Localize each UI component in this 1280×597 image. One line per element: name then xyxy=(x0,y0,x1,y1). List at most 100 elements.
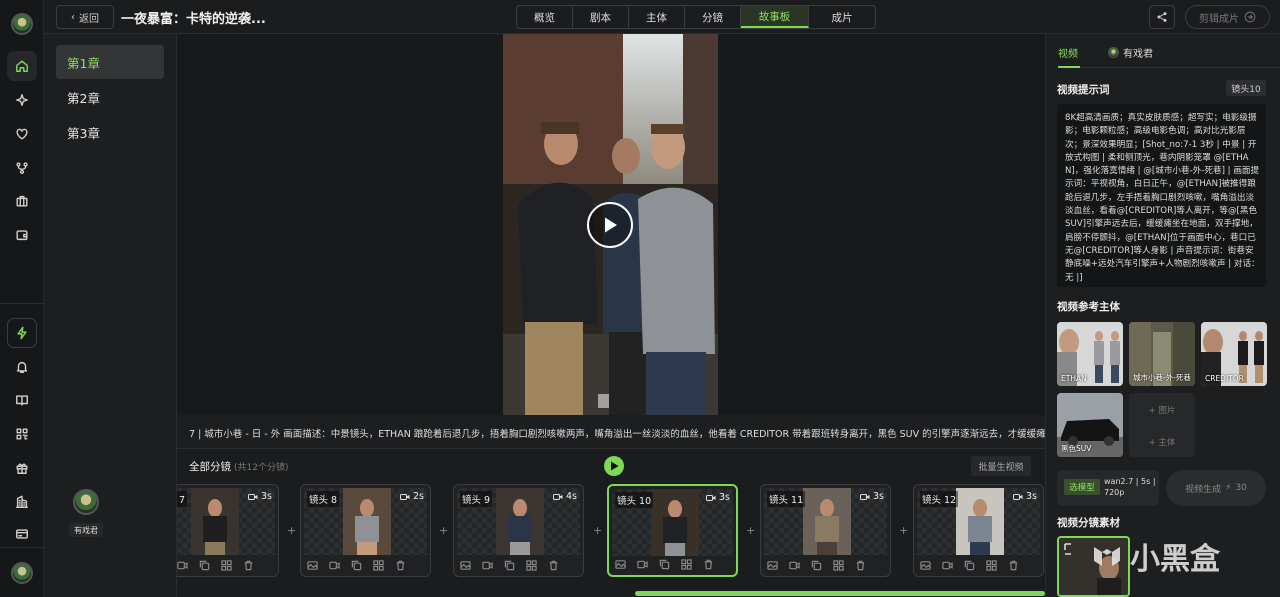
shot-thumbnail xyxy=(496,488,544,555)
copy-icon[interactable] xyxy=(199,560,210,571)
assistant-avatar xyxy=(1108,47,1119,58)
insert-shot-button[interactable]: + xyxy=(439,524,448,537)
insert-shot-button[interactable]: + xyxy=(593,524,602,537)
export-button[interactable]: 剪辑成片 xyxy=(1185,5,1270,29)
trash-icon[interactable] xyxy=(855,560,866,571)
user-avatar[interactable] xyxy=(73,489,99,515)
rail-divider xyxy=(0,303,44,304)
home-icon[interactable] xyxy=(7,51,37,81)
tab-storyboard[interactable]: 故事板 xyxy=(741,6,809,28)
tab-overview[interactable]: 概览 xyxy=(517,6,573,28)
qr-code-icon[interactable] xyxy=(7,419,37,449)
share-icon xyxy=(1157,12,1167,22)
grid-icon[interactable] xyxy=(373,560,384,571)
ref-creditor[interactable]: CREDITOR xyxy=(1201,322,1267,386)
shot-toolbar xyxy=(920,560,1019,571)
shot-toolbar xyxy=(177,560,254,571)
copy-icon[interactable] xyxy=(964,560,975,571)
project-title: 一夜暴富：卡特的逆袭... xyxy=(121,12,266,27)
grid-icon[interactable] xyxy=(833,560,844,571)
trash-icon[interactable] xyxy=(395,560,406,571)
reference-title: 视频参考主体 xyxy=(1057,301,1120,313)
copy-icon[interactable] xyxy=(504,560,515,571)
video-prompt-text[interactable]: 8K超高清画质；真实皮肤质感；超写实；电影级摄影；电影颗粒感；高级电影色调；高对… xyxy=(1057,104,1266,287)
tab-final[interactable]: 成片 xyxy=(809,6,875,28)
tab-shots[interactable]: 分镜 xyxy=(685,6,741,28)
tab-video[interactable]: 视频 xyxy=(1058,45,1078,60)
shot-card[interactable]: 镜头 12 3s xyxy=(913,484,1044,577)
shot-thumbnail xyxy=(956,488,1004,555)
trash-icon[interactable] xyxy=(1008,560,1019,571)
insert-shot-button[interactable]: + xyxy=(287,524,296,537)
shot-card[interactable]: 镜头 11 3s xyxy=(760,484,891,577)
image-icon[interactable] xyxy=(920,560,931,571)
shot-card[interactable]: 镜头 8 2s xyxy=(300,484,431,577)
share-button[interactable] xyxy=(1149,5,1175,29)
chapter-1[interactable]: 第1章 xyxy=(56,45,164,79)
profile-avatar[interactable] xyxy=(11,562,33,584)
play-button[interactable] xyxy=(587,202,633,248)
play-icon xyxy=(610,461,618,471)
ref-black-suv[interactable]: 黑色SUV xyxy=(1057,393,1123,457)
lightning-icon[interactable] xyxy=(7,318,37,348)
heybox-logo-icon xyxy=(1094,547,1120,566)
briefcase-icon[interactable] xyxy=(7,186,37,216)
copy-icon[interactable] xyxy=(351,560,362,571)
copy-icon[interactable] xyxy=(659,559,670,570)
sparkle-icon[interactable] xyxy=(7,85,37,115)
building-icon[interactable] xyxy=(7,487,37,517)
shot-card[interactable]: 镜头 7 3s xyxy=(177,484,279,577)
wallet-icon[interactable] xyxy=(7,220,37,250)
bell-icon[interactable] xyxy=(7,352,37,382)
workflow-tabs: 概览 剧本 主体 分镜 故事板 成片 xyxy=(516,5,876,29)
trash-icon[interactable] xyxy=(243,560,254,571)
trash-icon[interactable] xyxy=(703,559,714,570)
book-icon[interactable] xyxy=(7,385,37,415)
chapter-3[interactable]: 第3章 xyxy=(56,115,164,149)
insert-shot-button[interactable]: + xyxy=(899,524,908,537)
add-image-button[interactable]: + 图片 xyxy=(1129,404,1195,416)
insert-shot-button[interactable]: + xyxy=(746,524,755,537)
video-icon[interactable] xyxy=(637,559,648,570)
model-tag[interactable]: 选模型 xyxy=(1064,479,1100,495)
grid-icon[interactable] xyxy=(681,559,692,570)
chapter-2[interactable]: 第2章 xyxy=(56,80,164,114)
video-icon[interactable] xyxy=(942,560,953,571)
add-subject-button[interactable]: + 主体 xyxy=(1129,436,1195,448)
workspace-avatar[interactable] xyxy=(11,13,33,35)
grid-icon[interactable] xyxy=(526,560,537,571)
video-camera-icon xyxy=(553,493,563,500)
tab-script[interactable]: 剧本 xyxy=(573,6,629,28)
branch-icon[interactable] xyxy=(7,153,37,183)
ref-alley[interactable]: 城市小巷-外-死巷 xyxy=(1129,322,1195,386)
top-bar: ‹ 返回 一夜暴富：卡特的逆袭... 概览 剧本 主体 分镜 故事板 成片 剪辑… xyxy=(44,0,1280,34)
horizontal-scrollbar[interactable] xyxy=(635,591,1045,596)
shot-duration: 3s xyxy=(860,491,884,502)
shot-card[interactable]: 镜头 10 3s xyxy=(607,484,738,577)
batch-generate-button[interactable]: 批量生视频 xyxy=(971,456,1031,476)
image-icon[interactable] xyxy=(307,560,318,571)
play-all-button[interactable] xyxy=(604,456,624,476)
copy-icon[interactable] xyxy=(811,560,822,571)
video-icon[interactable] xyxy=(482,560,493,571)
shot-card[interactable]: 镜头 9 4s xyxy=(453,484,584,577)
card-icon[interactable] xyxy=(7,519,37,549)
ref-ethan[interactable]: ETHAN xyxy=(1057,322,1123,386)
grid-icon[interactable] xyxy=(221,560,232,571)
generate-video-button[interactable]: 视频生成 ⚡ 30 xyxy=(1166,470,1266,506)
heart-icon[interactable] xyxy=(7,119,37,149)
video-icon[interactable] xyxy=(177,560,188,571)
image-icon[interactable] xyxy=(460,560,471,571)
video-icon[interactable] xyxy=(789,560,800,571)
back-button[interactable]: ‹ 返回 xyxy=(56,5,114,29)
tab-assistant[interactable]: 有戏君 xyxy=(1108,45,1153,60)
grid-icon[interactable] xyxy=(986,560,997,571)
tab-subjects[interactable]: 主体 xyxy=(629,6,685,28)
left-icon-rail xyxy=(0,0,44,597)
image-icon[interactable] xyxy=(615,559,626,570)
image-icon[interactable] xyxy=(767,560,778,571)
video-camera-icon xyxy=(860,493,870,500)
trash-icon[interactable] xyxy=(548,560,559,571)
gift-icon[interactable] xyxy=(7,453,37,483)
video-icon[interactable] xyxy=(329,560,340,571)
